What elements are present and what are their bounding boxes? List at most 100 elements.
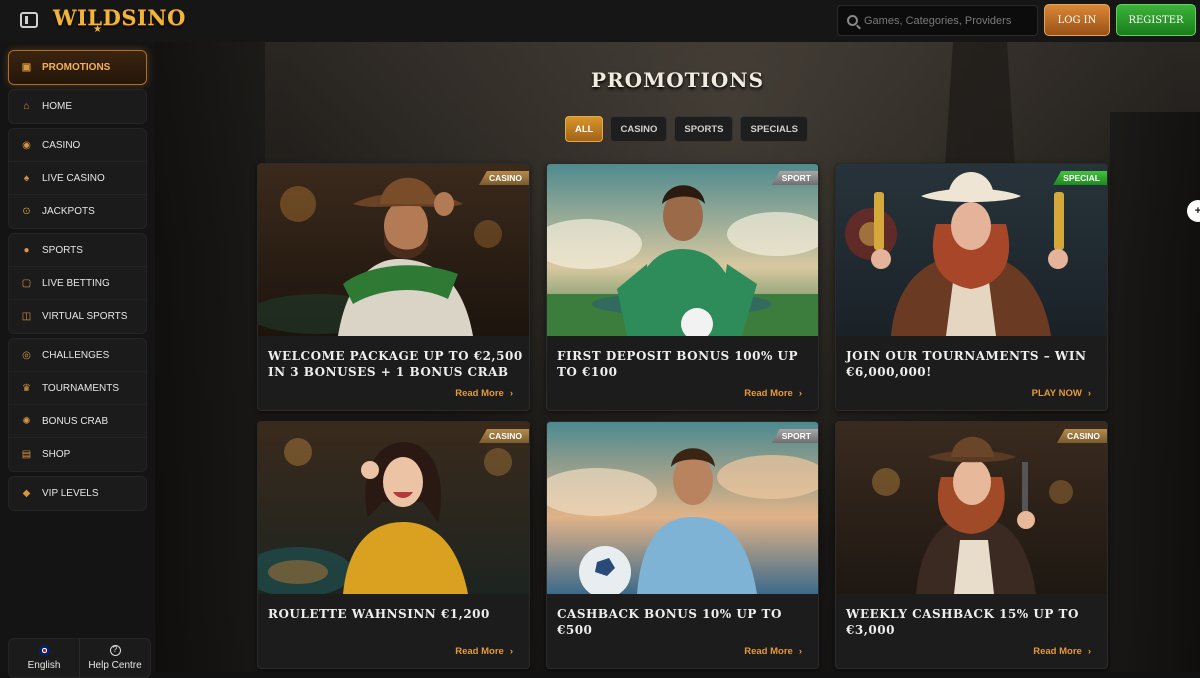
chevron-right-icon: › bbox=[509, 388, 513, 399]
sidebar-group-extras: ◎ CHALLENGES ♛ TOURNAMENTS ✺ BONUS CRAB … bbox=[8, 338, 147, 472]
promo-image-footballer-ball bbox=[547, 422, 818, 594]
promo-title: JOIN OUR TOURNAMENTS – WIN €6,000,000! bbox=[846, 349, 1087, 379]
filter-sports[interactable]: SPORTS bbox=[674, 116, 734, 142]
sidebar-item-label: SPORTS bbox=[42, 244, 83, 256]
diamond-icon: ◆ bbox=[22, 488, 31, 499]
promo-image-roulette-woman bbox=[258, 422, 529, 594]
chevron-right-icon: › bbox=[509, 646, 513, 657]
filter-all[interactable]: ALL bbox=[565, 116, 604, 142]
promo-card[interactable]: SPORT FIRST DEPOSIT BONUS 100% UP TO €10… bbox=[546, 163, 819, 411]
promo-card[interactable]: CASINO WEEKLY CASHBACK 15% UP TO €3,000 … bbox=[835, 421, 1108, 669]
search-box[interactable] bbox=[837, 5, 1038, 36]
sidebar-item-label: HOME bbox=[42, 101, 72, 112]
sidebar-item-label: BONUS CRAB bbox=[42, 415, 109, 427]
category-badge: SPORT bbox=[771, 171, 818, 185]
sidebar-item-virtual-sports[interactable]: ◫ VIRTUAL SPORTS bbox=[9, 300, 146, 333]
promo-title: CASHBACK BONUS 10% UP TO €500 bbox=[557, 607, 782, 637]
search-icon bbox=[847, 15, 858, 26]
chevron-right-icon: › bbox=[798, 388, 802, 399]
help-icon: ? bbox=[109, 645, 121, 656]
sidebar-item-home[interactable]: ⌂ HOME bbox=[9, 90, 146, 123]
login-button[interactable]: LOG IN bbox=[1044, 4, 1110, 36]
sidebar-item-label: JACKPOTS bbox=[42, 206, 95, 217]
spade-icon: ♠ bbox=[23, 172, 30, 184]
chevron-right-icon: › bbox=[1087, 388, 1091, 399]
promo-card[interactable]: SPORT CASHBACK BONUS 10% UP TO €500 Read… bbox=[546, 421, 819, 669]
chip-icon: ◉ bbox=[22, 139, 31, 151]
sidebar-item-label: VIRTUAL SPORTS bbox=[42, 311, 128, 322]
sidebar-item-vip-levels[interactable]: ◆ VIP LEVELS bbox=[9, 477, 146, 510]
play-now-link[interactable]: PLAY NOW › bbox=[1032, 388, 1091, 399]
category-badge: CASINO bbox=[478, 171, 529, 185]
sidebar-item-shop[interactable]: ▤ SHOP bbox=[9, 438, 146, 471]
ball-icon: ● bbox=[23, 244, 30, 256]
challenge-icon: ◎ bbox=[22, 349, 31, 361]
sidebar-group-casino: ◉ CASINO ♠ LIVE CASINO ⊙ JACKPOTS bbox=[8, 128, 147, 229]
promo-filter-tabs: ALL CASINO SPORTS SPECIALS bbox=[565, 116, 808, 142]
read-more-link[interactable]: Read More › bbox=[1033, 646, 1091, 657]
chevron-right-icon: › bbox=[798, 646, 802, 657]
sidebar-item-label: LIVE BETTING bbox=[42, 277, 110, 289]
register-button[interactable]: REGISTER bbox=[1116, 4, 1196, 36]
filter-casino[interactable]: CASINO bbox=[610, 116, 668, 142]
top-bar: WILDSINO ★ LOG IN REGISTER bbox=[0, 0, 1200, 42]
search-input[interactable] bbox=[864, 14, 1034, 27]
promo-card[interactable]: CASINO WELCOME PACKAGE UP TO €2,500 IN 3… bbox=[257, 163, 530, 411]
category-badge: CASINO bbox=[478, 429, 529, 443]
sidebar-item-jackpots[interactable]: ⊙ JACKPOTS bbox=[9, 195, 146, 228]
read-more-link[interactable]: Read More › bbox=[455, 388, 513, 399]
jackpot-icon: ⊙ bbox=[22, 206, 31, 217]
sidebar-item-label: CASINO bbox=[42, 139, 81, 151]
promo-title: ROULETTE WAHNSINN €1,200 bbox=[268, 607, 490, 621]
language-selector[interactable]: English bbox=[9, 639, 79, 677]
category-badge: CASINO bbox=[1056, 429, 1107, 443]
sidebar-item-label: CHALLENGES bbox=[42, 349, 110, 361]
shop-icon: ▤ bbox=[21, 449, 32, 460]
sidebar-item-label: TOURNAMENTS bbox=[42, 382, 120, 394]
background-decoration bbox=[944, 42, 1016, 182]
read-more-link[interactable]: Read More › bbox=[744, 388, 802, 399]
sidebar-group-home: ⌂ HOME bbox=[8, 89, 147, 124]
read-more-link[interactable]: Read More › bbox=[744, 646, 802, 657]
gamepad-icon: ◫ bbox=[21, 311, 32, 322]
page-title: PROMOTIONS bbox=[590, 68, 765, 92]
sidebar: ▣ PROMOTIONS ⌂ HOME ◉ CASINO ♠ LIVE CASI… bbox=[0, 42, 155, 678]
filter-specials[interactable]: SPECIALS bbox=[740, 116, 808, 142]
help-centre-link[interactable]: ? Help Centre bbox=[79, 639, 150, 677]
live-icon: ▢ bbox=[21, 277, 32, 289]
sidebar-group-promotions: ▣ PROMOTIONS bbox=[8, 50, 147, 85]
sidebar-item-live-betting[interactable]: ▢ LIVE BETTING bbox=[9, 267, 146, 300]
gift-icon: ▣ bbox=[21, 62, 32, 73]
promo-title: FIRST DEPOSIT BONUS 100% UP TO €100 bbox=[557, 349, 799, 379]
sidebar-item-live-casino[interactable]: ♠ LIVE CASINO bbox=[9, 162, 146, 195]
promo-card[interactable]: CASINO ROULETTE WAHNSINN €1,200 Read Mor… bbox=[257, 421, 530, 669]
promo-card[interactable]: SPECIAL JOIN OUR TOURNAMENTS – WIN €6,00… bbox=[835, 163, 1108, 411]
category-badge: SPORT bbox=[771, 429, 818, 443]
background-decoration bbox=[155, 42, 265, 672]
category-badge: SPECIAL bbox=[1053, 171, 1107, 185]
main-content: PROMOTIONS ALL CASINO SPORTS SPECIALS CA… bbox=[155, 42, 1200, 672]
read-more-link[interactable]: Read More › bbox=[455, 646, 513, 657]
crab-icon: ✺ bbox=[22, 415, 31, 427]
promo-title: WELCOME PACKAGE UP TO €2,500 IN 3 BONUSE… bbox=[268, 349, 523, 379]
sidebar-item-tournaments[interactable]: ♛ TOURNAMENTS bbox=[9, 372, 146, 405]
trophy-icon: ♛ bbox=[22, 382, 31, 394]
promo-image-footballer bbox=[547, 164, 818, 336]
uk-flag-icon bbox=[38, 645, 50, 656]
sidebar-item-sports[interactable]: ● SPORTS bbox=[9, 234, 146, 267]
sidebar-item-label: PROMOTIONS bbox=[42, 62, 111, 73]
sidebar-item-label: VIP LEVELS bbox=[42, 488, 99, 499]
logo[interactable]: WILDSINO bbox=[53, 5, 186, 30]
sidebar-group-vip: ◆ VIP LEVELS bbox=[8, 476, 147, 511]
sidebar-toggle-icon[interactable] bbox=[20, 12, 38, 28]
sidebar-group-sports: ● SPORTS ▢ LIVE BETTING ◫ VIRTUAL SPORTS bbox=[8, 233, 147, 334]
logo-star-icon: ★ bbox=[93, 24, 102, 35]
footer-options: English ? Help Centre bbox=[8, 638, 151, 678]
sidebar-item-bonus-crab[interactable]: ✺ BONUS CRAB bbox=[9, 405, 146, 438]
language-label: English bbox=[27, 660, 61, 671]
promo-title: WEEKLY CASHBACK 15% UP TO €3,000 bbox=[846, 607, 1079, 637]
sidebar-item-promotions[interactable]: ▣ PROMOTIONS bbox=[9, 51, 146, 84]
sidebar-item-casino[interactable]: ◉ CASINO bbox=[9, 129, 146, 162]
promo-image-cowboy bbox=[258, 164, 529, 336]
sidebar-item-challenges[interactable]: ◎ CHALLENGES bbox=[9, 339, 146, 372]
